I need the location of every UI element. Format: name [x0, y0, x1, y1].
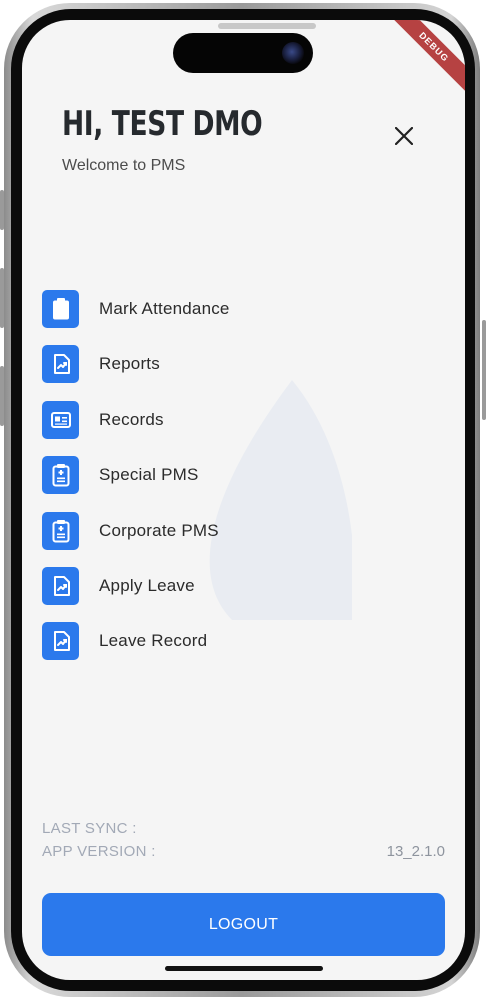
trend-up-icon: [53, 575, 70, 596]
medical-clipboard-icon: [52, 519, 69, 543]
action-button: [0, 190, 4, 230]
clipboard-icon: [52, 298, 69, 320]
medical-clipboard-icon: [52, 464, 69, 487]
menu-item-leave-record[interactable]: Leave Record: [42, 622, 442, 661]
menu-item-label: Leave Record: [99, 631, 208, 651]
last-sync-label: LAST SYNC :: [42, 820, 137, 837]
menu-icon-box: [42, 622, 79, 661]
menu-icon-box: [42, 290, 79, 328]
menu-item-label: Apply Leave: [99, 575, 195, 595]
app-screen: DEBUG HI, TEST DMO Welcome to PMS Mark A…: [22, 20, 465, 980]
greeting-title: HI, TEST DMO: [62, 104, 263, 144]
menu-item-records[interactable]: Records: [42, 400, 442, 439]
id-card-icon: [50, 411, 71, 428]
trend-up-icon: [53, 631, 70, 652]
app-version-label: APP VERSION :: [42, 843, 156, 860]
menu-icon-box: [42, 511, 79, 550]
menu-item-apply-leave[interactable]: Apply Leave: [42, 566, 442, 605]
close-icon: [395, 127, 413, 145]
trend-up-icon: [53, 354, 70, 375]
home-indicator[interactable]: [165, 966, 323, 971]
close-drawer-button[interactable]: [390, 122, 418, 150]
menu-item-reports[interactable]: Reports: [42, 345, 442, 384]
volume-up-button: [0, 268, 4, 328]
menu-item-special-pms[interactable]: Special PMS: [42, 456, 442, 495]
menu-item-label: Mark Attendance: [99, 299, 230, 318]
speaker-grille: [218, 23, 316, 29]
app-version-value: 13_2.1.0: [386, 843, 445, 860]
dynamic-island: [173, 33, 313, 73]
menu-item-label: Records: [99, 409, 164, 429]
menu-item-label: Reports: [99, 354, 160, 374]
menu-item-mark-attendance[interactable]: Mark Attendance: [42, 290, 442, 328]
menu-icon-box: [42, 456, 79, 495]
menu-icon-box: [42, 400, 79, 439]
power-button: [482, 320, 486, 420]
menu-icon-box: [42, 566, 79, 605]
menu-item-corporate-pms[interactable]: Corporate PMS: [42, 511, 442, 550]
volume-down-button: [0, 366, 4, 426]
menu-icon-box: [42, 345, 79, 384]
logout-button[interactable]: LOGOUT: [42, 893, 445, 956]
welcome-subtitle: Welcome to PMS: [62, 157, 186, 174]
menu-item-label: Special PMS: [99, 465, 199, 485]
front-camera: [282, 42, 304, 64]
menu-item-label: Corporate PMS: [99, 520, 219, 540]
drawer-menu: Mark Attendance Reports Records Special …: [42, 290, 442, 678]
